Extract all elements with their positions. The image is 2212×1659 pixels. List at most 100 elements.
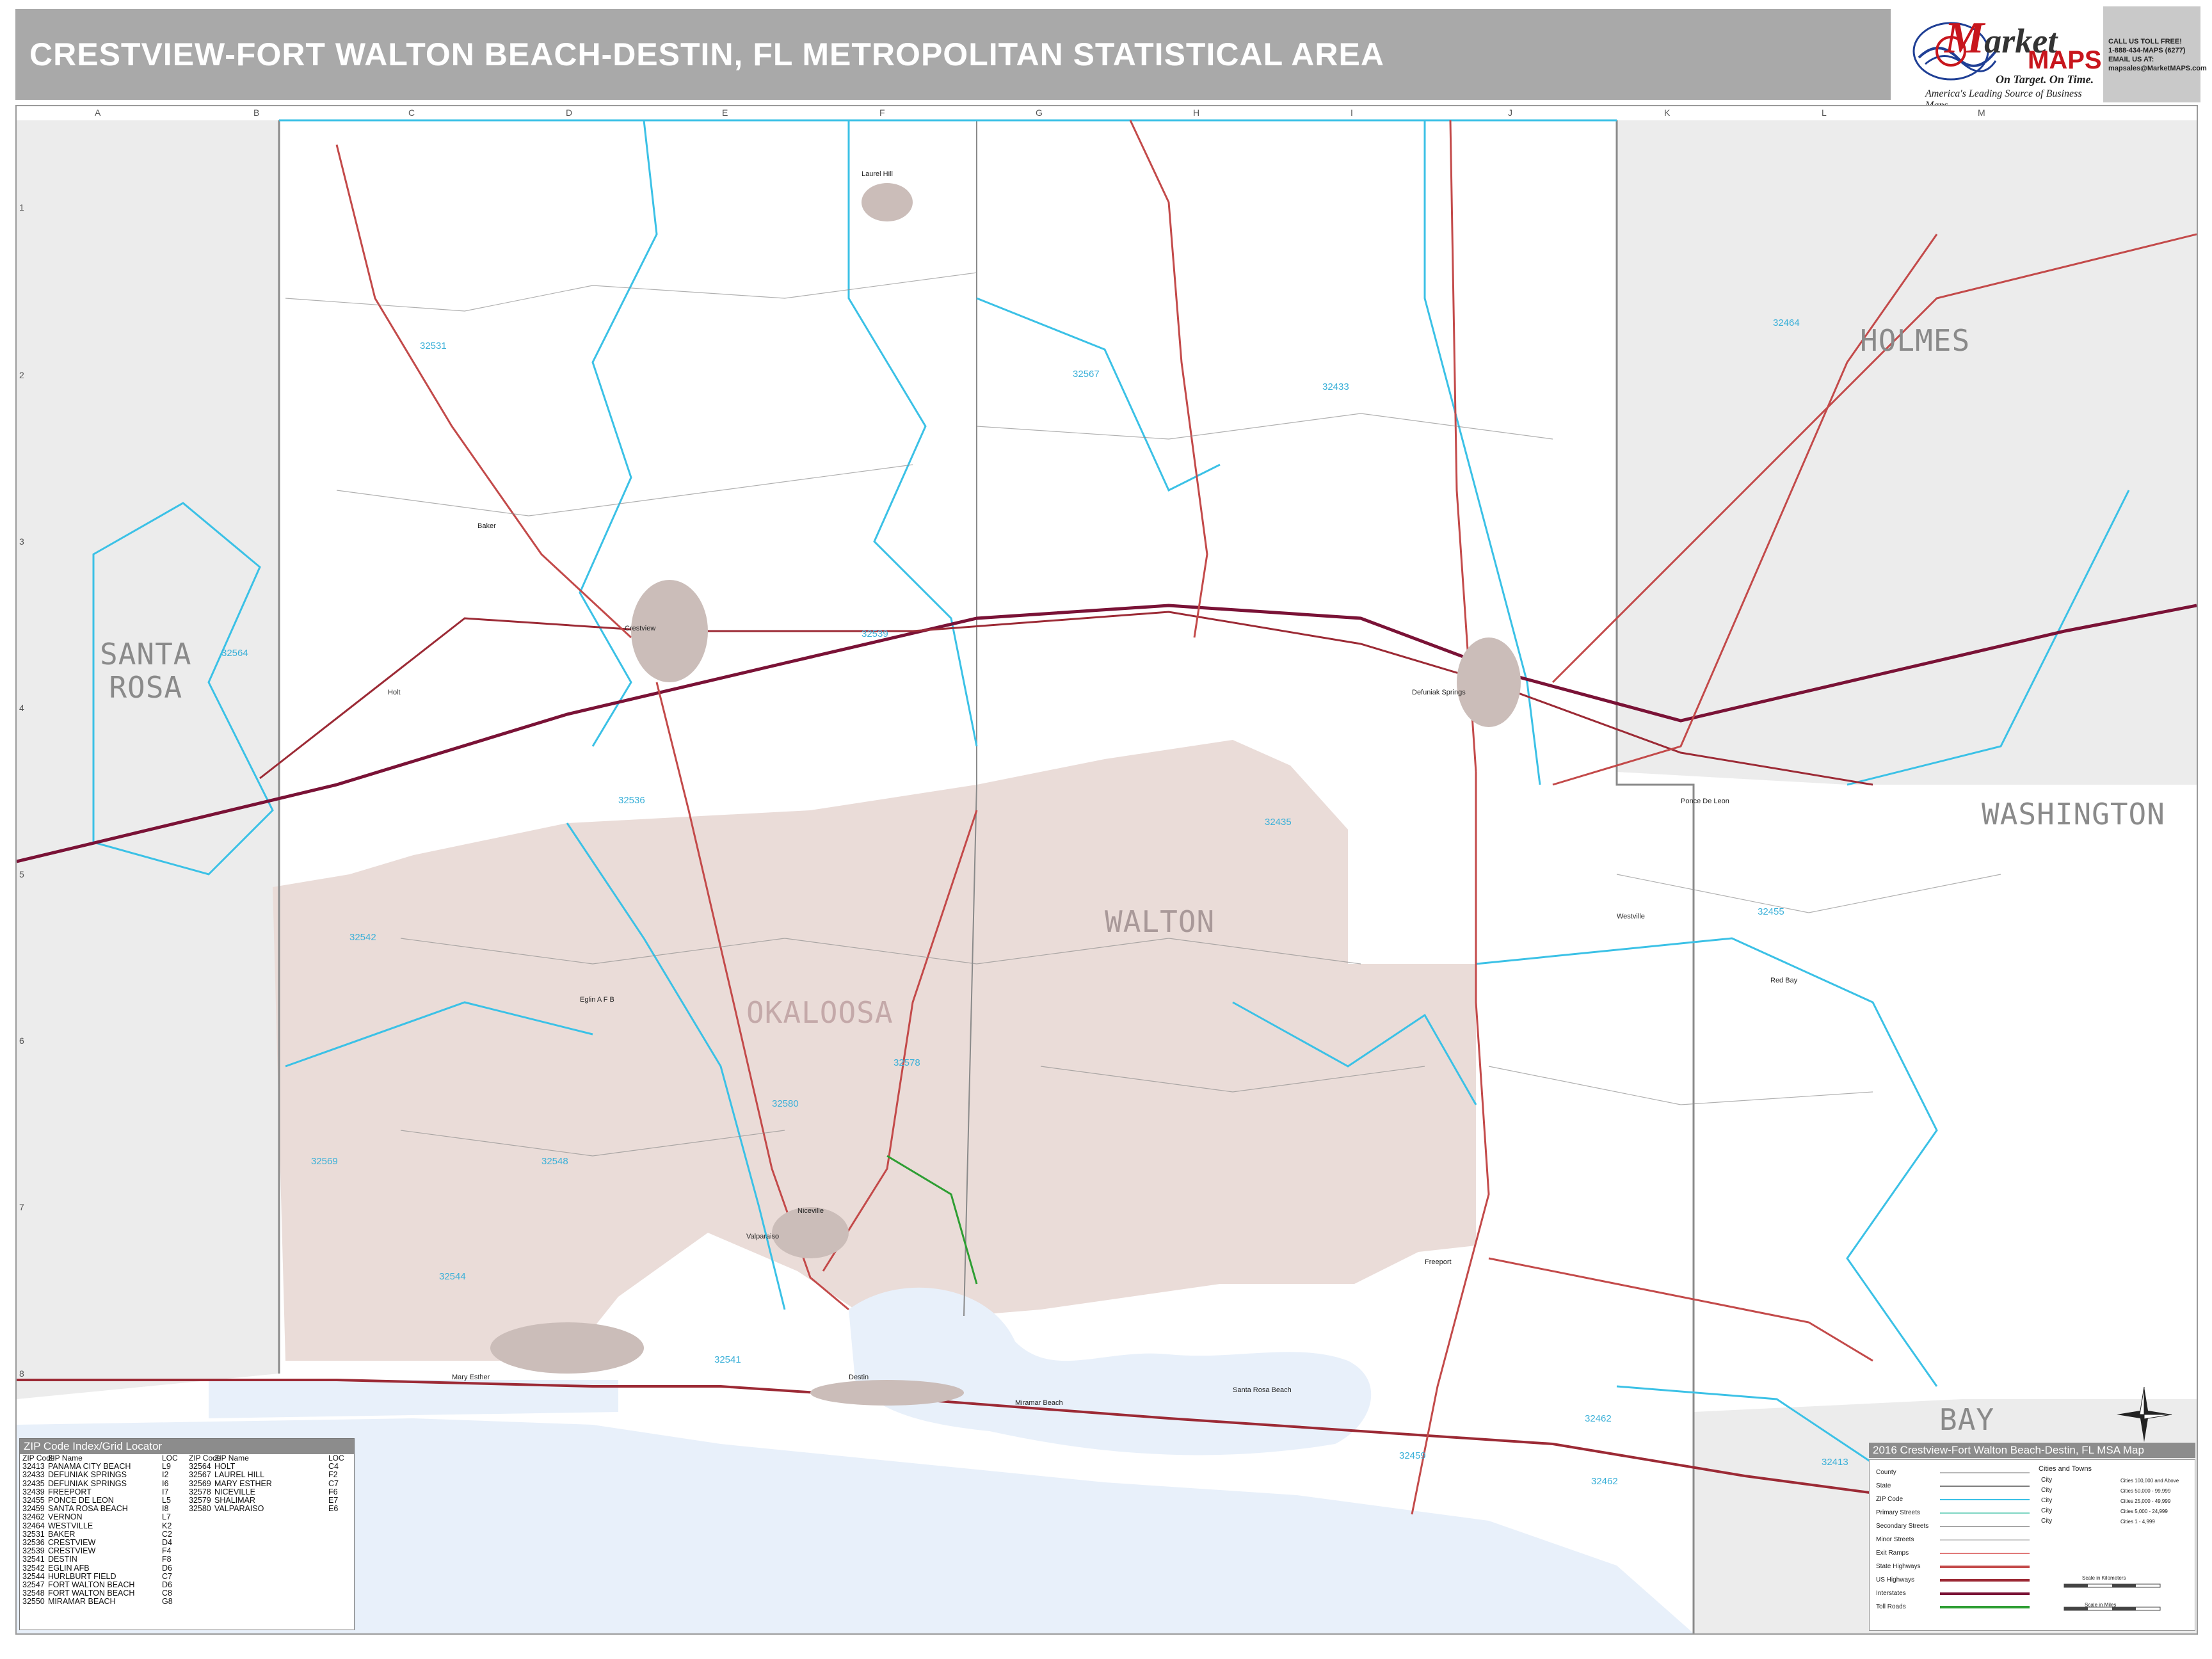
grid-number: 2 (19, 370, 24, 380)
zip-loc: L7 (162, 1512, 171, 1522)
legend-city-desc: Cities 25,000 - 49,999 (2120, 1498, 2171, 1504)
brand-logo: Market MAPS On Target. On Time. America'… (1900, 6, 2207, 111)
brand-slogan: On Target. On Time. (1996, 73, 2094, 86)
grid-number: 7 (19, 1202, 24, 1212)
legend-title: 2016 Crestview-Fort Walton Beach-Destin,… (1869, 1443, 2195, 1458)
compass-rose-icon (2117, 1386, 2172, 1442)
place-label: Laurel Hill (862, 170, 893, 178)
county-label-washington: WASHINGTON (1982, 797, 2165, 831)
contact-line: CALL US TOLL FREE! (2108, 38, 2182, 45)
zip-name: MIRAMAR BEACH (48, 1597, 116, 1607)
zip-label: 32569 (311, 1156, 338, 1167)
legend-city-word: City (2041, 1497, 2053, 1504)
zip-label: 32539 (862, 629, 888, 639)
county-label-line: ROSA (109, 670, 183, 705)
zip-index-columns: ZIP Code ZIP Name LOC 32413 PANAMA CITY B… (22, 1454, 351, 1627)
county-label-walton: WALTON (1105, 904, 1215, 939)
brand-contact: CALL US TOLL FREE! 1-888-434-MAPS (6277)… (2103, 6, 2207, 102)
grid-letter: C (408, 108, 415, 118)
place-label: Valparaiso (746, 1233, 780, 1240)
place-label: Red Bay (1770, 977, 1798, 984)
zip-index-row: 32569 MARY ESTHER C7 (189, 1479, 346, 1488)
title-banner: CRESTVIEW-FORT WALTON BEACH-DESTIN, FL M… (15, 9, 1891, 100)
grid-letter: K (1664, 108, 1671, 118)
zip-label: 32413 (1822, 1457, 1848, 1468)
grid-number: 3 (19, 536, 24, 547)
map-frame[interactable]: A B C D E F G H I J K L M 1 2 3 4 5 6 7 … (15, 105, 2198, 1635)
contact-line: mapsales@MarketMAPS.com (2108, 65, 2207, 72)
legend-city-word: City (2041, 1487, 2053, 1494)
zip-index-row: 32542 EGLIN AFB D6 (22, 1564, 180, 1573)
grid-number: 1 (19, 202, 24, 212)
zip-name: VERNON (48, 1512, 83, 1522)
zip-index-row: 32435 DEFUNIAK SPRINGS I6 (22, 1479, 180, 1488)
place-label: Destin (849, 1374, 869, 1381)
zip-loc: I2 (162, 1470, 169, 1480)
county-label-holmes: HOLMES (1860, 323, 1971, 358)
zip-label: 32531 (420, 341, 447, 351)
zip-index-row: 32580 VALPARAISO E6 (189, 1505, 346, 1513)
legend-city-word: City (2041, 1507, 2053, 1514)
legend-row-label: ZIP Code (1876, 1496, 1903, 1503)
grid-letter: G (1036, 108, 1043, 118)
zip-code: 32435 (22, 1479, 45, 1488)
zip-index-row: 32550 MIRAMAR BEACH G8 (22, 1598, 180, 1606)
county-label-okaloosa: OKALOOSA (746, 995, 894, 1030)
zip-code: 32567 (189, 1470, 211, 1480)
zip-index-row: 32564 HOLT C4 (189, 1463, 346, 1471)
zip-loc: E6 (328, 1504, 339, 1514)
place-label: Crestview (625, 625, 656, 632)
zip-label: 32542 (349, 932, 376, 943)
zip-code: 32542 (22, 1563, 45, 1573)
place-label: Santa Rosa Beach (1233, 1386, 1292, 1394)
zip-label: 32433 (1322, 381, 1349, 392)
zip-label: 32464 (1773, 317, 1800, 328)
place-label: Mary Esther (452, 1374, 490, 1381)
legend-row-label: State Highways (1876, 1563, 1921, 1570)
grid-letter: A (95, 108, 101, 118)
zip-index-left-column: ZIP Code ZIP Name LOC 32413 PANAMA CITY B… (22, 1454, 180, 1607)
zip-code: 32569 (189, 1479, 211, 1488)
legend-city-desc: Cities 100,000 and Above (2120, 1478, 2179, 1484)
zip-index-row: 32539 CRESTVIEW F4 (22, 1547, 180, 1555)
zip-code: 32433 (22, 1470, 45, 1480)
legend-row-label: Minor Streets (1876, 1536, 1914, 1543)
legend-panel: Cities and Towns County State ZIP Code Prim… (1869, 1459, 2195, 1631)
legend-row-label: Exit Ramps (1876, 1550, 1909, 1557)
grid-letter: D (566, 108, 573, 118)
grid-letter: E (722, 108, 728, 118)
legend-city-desc: Cities 1 - 4,999 (2120, 1519, 2155, 1525)
legend-row-label: Interstates (1876, 1590, 1906, 1597)
zip-label: 32580 (772, 1098, 799, 1109)
zip-index-row: 32567 LAUREL HILL F2 (189, 1471, 346, 1479)
zip-label: 32435 (1265, 817, 1292, 828)
zip-label: 32459 (1399, 1450, 1426, 1461)
grid-letter: B (253, 108, 260, 118)
grid-letter: L (1822, 108, 1827, 118)
brand-name-m: M (1944, 13, 1985, 63)
zip-label: 32462 (1585, 1413, 1612, 1424)
zip-index-row: 32464 WESTVILLE K2 (22, 1521, 180, 1530)
scale-bar (2064, 1583, 2161, 1611)
zip-index-panel: ZIP Code Index/Grid Locator ZIP Code ZIP… (19, 1438, 355, 1630)
scale-km-label: Scale in Kilometers (2082, 1575, 2126, 1581)
county-label-bay: BAY (1939, 1402, 1995, 1437)
zip-index-row: 32541 DESTIN F8 (22, 1555, 180, 1564)
zip-index-row: 32462 VERNON L7 (22, 1513, 180, 1521)
zip-loc: D6 (162, 1563, 172, 1573)
zip-name: DESTIN (48, 1555, 77, 1564)
place-label: Defuniak Springs (1412, 689, 1466, 696)
zip-index-row: 32459 SANTA ROSA BEACH I8 (22, 1505, 180, 1513)
holmes-county-area (1617, 120, 2197, 785)
zip-index-right-column: ZIP Code ZIP Name LOC 32564 HOLT C4 32567 LA… (189, 1454, 346, 1513)
zip-label: 32544 (439, 1271, 466, 1282)
zip-code: 32464 (22, 1521, 45, 1530)
legend-row-label: Secondary Streets (1876, 1523, 1929, 1530)
zip-name: LAUREL HILL (214, 1470, 265, 1480)
zip-code: 32462 (22, 1512, 45, 1522)
legend-city-desc: Cities 5,000 - 24,999 (2120, 1509, 2168, 1514)
grid-letter: F (879, 108, 885, 118)
grid-number: 8 (19, 1368, 24, 1379)
zip-name: WESTVILLE (48, 1521, 93, 1530)
zip-label: 32541 (714, 1354, 741, 1365)
